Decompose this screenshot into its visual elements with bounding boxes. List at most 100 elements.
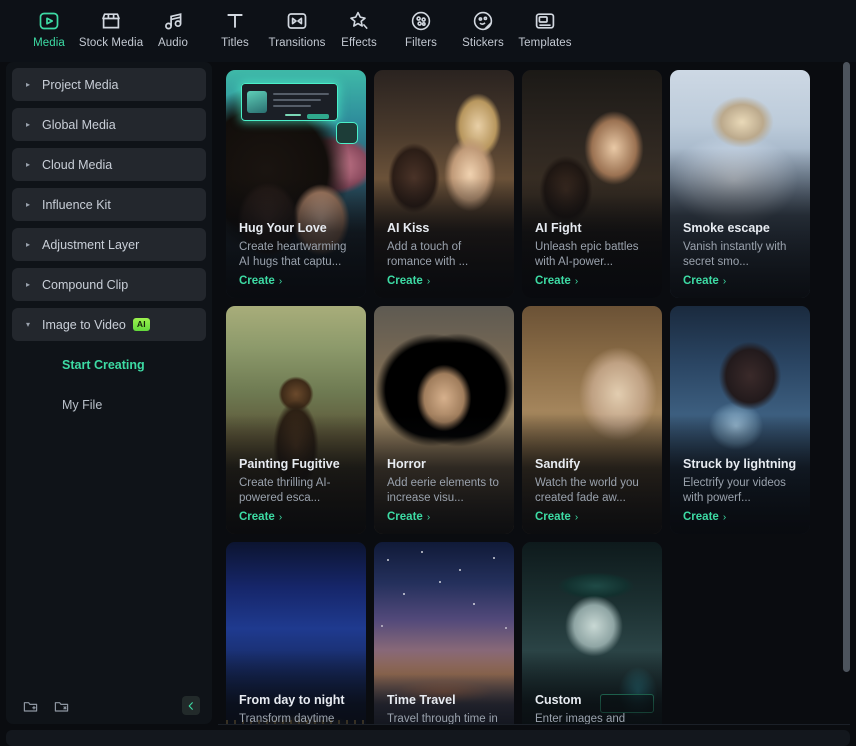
sparkle-icon <box>347 9 371 33</box>
sidebar-subitem-label: My File <box>62 397 103 412</box>
create-label: Create <box>239 275 275 287</box>
chevron-down-icon: ▾ <box>25 320 30 329</box>
card-create-button[interactable]: Create › <box>683 275 800 287</box>
template-card[interactable]: Custom Enter images and prompts to gener… <box>522 542 662 724</box>
sidebar-item-label: Global Media <box>42 117 116 132</box>
sidebar-item-label: Compound Clip <box>42 277 129 292</box>
tab-transitions[interactable]: Transitions <box>266 9 328 49</box>
folder-remove-icon[interactable] <box>53 698 70 715</box>
card-description: Vanish instantly with secret smo... <box>683 241 787 268</box>
vertical-scrollbar-track[interactable] <box>843 62 850 724</box>
chevron-right-icon: › <box>426 511 431 523</box>
template-card[interactable]: Time Travel Travel through time in secon… <box>374 542 514 724</box>
card-description: Watch the world you created fade aw... <box>535 477 639 504</box>
card-create-button[interactable]: Create › <box>387 511 504 523</box>
card-description: Electrify your videos with powerf... <box>683 477 786 504</box>
card-title: AI Kiss <box>387 221 430 235</box>
tab-label: Transitions <box>268 37 326 49</box>
sidebar-item-adjustment-layer[interactable]: ▸ Adjustment Layer <box>12 228 206 261</box>
top-toolbar: Media Stock Media Audio Titles Transitio… <box>0 0 856 62</box>
chevron-right-icon: ▸ <box>25 280 30 289</box>
card-title: Time Travel <box>387 693 456 707</box>
card-create-button[interactable]: Create › <box>535 511 652 523</box>
template-card[interactable]: AI Kiss Add a touch of romance with ... … <box>374 70 514 298</box>
tab-label: Stock Media <box>78 37 144 49</box>
timeline-strip <box>6 730 850 746</box>
tab-label: Effects <box>341 37 377 49</box>
chevron-right-icon: ▸ <box>25 120 30 129</box>
sidebar-item-label: Adjustment Layer <box>42 237 140 252</box>
chevron-right-icon: › <box>574 275 579 287</box>
sidebar-item-compound-clip[interactable]: ▸ Compound Clip <box>12 268 206 301</box>
card-title: Custom <box>535 693 582 707</box>
sidebar-footer <box>12 688 206 724</box>
chevron-right-icon: › <box>574 511 579 523</box>
tab-label: Filters <box>404 37 437 49</box>
card-description: Create heartwarming AI hugs that captu..… <box>239 241 347 268</box>
create-label: Create <box>387 275 423 287</box>
card-description: Add a touch of romance with ... <box>387 241 469 268</box>
template-card[interactable]: Smoke escape Vanish instantly with secre… <box>670 70 810 298</box>
template-card[interactable]: Sandify Watch the world you created fade… <box>522 306 662 534</box>
tab-effects[interactable]: Effects <box>328 9 390 49</box>
sidebar-item-image-to-video[interactable]: ▾ Image to Video AI <box>12 308 206 341</box>
card-title: From day to night <box>239 693 345 707</box>
sticker-face-icon <box>471 9 495 33</box>
sidebar-item-influence-kit[interactable]: ▸ Influence Kit <box>12 188 206 221</box>
folder-plus-icon[interactable] <box>22 698 39 715</box>
card-create-button[interactable]: Create › <box>239 275 356 287</box>
template-card[interactable]: Painting Fugitive Create thrilling AI-po… <box>226 306 366 534</box>
create-label: Create <box>387 511 423 523</box>
template-card[interactable]: Horror Add eerie elements to increase vi… <box>374 306 514 534</box>
tab-audio[interactable]: Audio <box>142 9 204 49</box>
card-create-button[interactable]: Create › <box>239 511 356 523</box>
store-icon <box>99 9 123 33</box>
media-icon <box>37 9 61 33</box>
tab-filters[interactable]: Filters <box>390 9 452 49</box>
card-create-button[interactable]: Create › <box>683 511 800 523</box>
chat-window-overlay <box>241 83 338 121</box>
card-title: Struck by lightning <box>683 457 797 471</box>
card-title: Smoke escape <box>683 221 770 235</box>
sidebar-item-cloud-media[interactable]: ▸ Cloud Media <box>12 148 206 181</box>
transitions-icon <box>285 9 309 33</box>
sidebar-item-project-media[interactable]: ▸ Project Media <box>12 68 206 101</box>
chevron-right-icon: ▸ <box>25 200 30 209</box>
sidebar-collapse-button[interactable] <box>182 696 200 715</box>
chevron-right-icon: › <box>278 275 283 287</box>
sidebar-subitem-my-file[interactable]: My File <box>12 388 206 421</box>
template-card[interactable]: Struck by lightning Electrify your video… <box>670 306 810 534</box>
sidebar-item-label: Image to Video <box>42 317 126 332</box>
ai-badge: AI <box>132 318 150 331</box>
tab-stickers[interactable]: Stickers <box>452 9 514 49</box>
create-label: Create <box>683 275 719 287</box>
chevron-right-icon: › <box>722 511 727 523</box>
sidebar-subitem-start-creating[interactable]: Start Creating <box>12 348 206 381</box>
vertical-scrollbar-thumb[interactable] <box>843 62 850 672</box>
sidebar-item-label: Cloud Media <box>42 157 113 172</box>
sidebar-item-global-media[interactable]: ▸ Global Media <box>12 108 206 141</box>
templates-icon <box>533 9 557 33</box>
tab-label: Stickers <box>462 37 504 49</box>
card-description: Travel through time in seconds and feel … <box>387 713 498 724</box>
sidebar: ▸ Project Media ▸ Global Media ▸ Cloud M… <box>6 62 212 724</box>
card-description: Unleash epic battles with AI-power... <box>535 241 639 268</box>
tab-label: Media <box>33 37 65 49</box>
chevron-right-icon: › <box>278 511 283 523</box>
tab-templates[interactable]: Templates <box>514 9 576 49</box>
sidebar-item-label: Project Media <box>42 77 119 92</box>
tab-label: Templates <box>518 37 572 49</box>
sidebar-item-label: Influence Kit <box>42 197 111 212</box>
template-card[interactable]: AI Fight Unleash epic battles with AI-po… <box>522 70 662 298</box>
template-card[interactable]: From day to night Transform daytime shot… <box>226 542 366 724</box>
ai-chip-overlay <box>336 122 358 144</box>
template-card[interactable]: Hug Your Love Create heartwarming AI hug… <box>226 70 366 298</box>
tab-stock-media[interactable]: Stock Media <box>78 9 144 49</box>
card-title: Sandify <box>535 457 581 471</box>
tab-titles[interactable]: Titles <box>204 9 266 49</box>
card-description: Enter images and prompts to genera... <box>535 713 626 724</box>
card-create-button[interactable]: Create › <box>535 275 652 287</box>
tab-media[interactable]: Media <box>18 9 80 49</box>
card-create-button[interactable]: Create › <box>387 275 504 287</box>
panel-divider <box>218 724 850 725</box>
